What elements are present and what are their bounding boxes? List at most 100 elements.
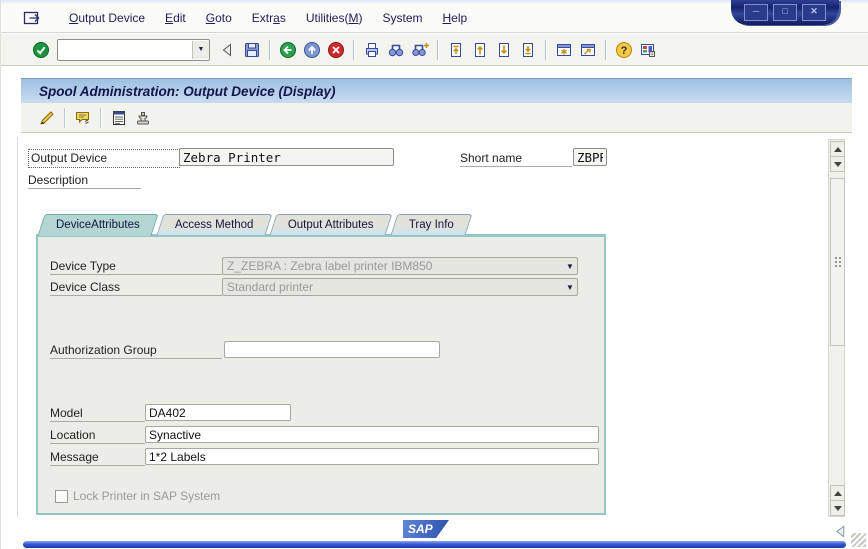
first-page-button[interactable] — [444, 38, 468, 62]
edit-pencil-icon — [38, 109, 56, 127]
chevron-down-icon: ▼ — [563, 283, 577, 292]
tab-device-attributes[interactable]: DeviceAttributes — [37, 214, 158, 236]
message-field[interactable] — [145, 448, 599, 465]
scrollbar-thumb[interactable] — [830, 178, 845, 346]
find-button[interactable] — [384, 38, 408, 62]
location-field[interactable] — [145, 426, 599, 443]
vertical-scrollbar[interactable] — [828, 139, 845, 517]
scroll-down-button[interactable] — [830, 156, 845, 172]
page-down-icon — [495, 41, 513, 59]
device-class-dropdown[interactable]: Standard printer ▼ — [222, 278, 578, 296]
tab-output-attributes[interactable]: Output Attributes — [270, 214, 392, 235]
model-field[interactable] — [145, 404, 291, 421]
stamp-icon — [134, 109, 152, 127]
value-list-button[interactable] — [107, 106, 131, 130]
toolbar-separator — [437, 40, 439, 60]
tab-tray-info[interactable]: Tray Info — [391, 214, 473, 235]
scroll-up-button-bottom[interactable] — [830, 485, 845, 501]
standard-toolbar: ▼ — [1, 34, 868, 66]
annotation-icon — [74, 109, 92, 127]
help-icon: ? — [615, 41, 633, 59]
message-label: Message — [50, 450, 145, 466]
authorization-group-field[interactable] — [224, 341, 440, 358]
last-page-button[interactable] — [516, 38, 540, 62]
collapse-button[interactable] — [216, 38, 240, 62]
find-next-icon — [411, 41, 429, 59]
status-bar-collapse-button[interactable] — [833, 524, 848, 539]
client-left-border — [17, 137, 18, 517]
arrow-down-icon — [834, 506, 842, 511]
stamp-button[interactable] — [131, 106, 155, 130]
device-attributes-panel: Device Type Z_ZEBRA : Zebra label printe… — [36, 234, 606, 515]
customize-layout-icon — [639, 41, 657, 59]
menu-item-goto[interactable]: Goto — [196, 8, 242, 28]
new-session-icon — [555, 41, 573, 59]
thumb-grip — [835, 257, 837, 259]
toolbar-separator — [64, 108, 66, 128]
close-button[interactable]: ✕ — [802, 4, 826, 21]
exit-icon — [303, 41, 321, 59]
toolbar-separator — [269, 40, 271, 60]
lock-printer-checkbox[interactable] — [55, 490, 68, 503]
command-input[interactable] — [58, 42, 192, 58]
command-field: ▼ — [57, 39, 210, 61]
output-device-label: Output Device — [28, 149, 180, 168]
customize-layout-button[interactable] — [636, 38, 660, 62]
short-name-field[interactable] — [573, 148, 607, 166]
find-next-button[interactable] — [408, 38, 432, 62]
maximize-button[interactable]: □ — [773, 4, 797, 21]
enter-icon — [32, 41, 50, 59]
edit-pencil-button[interactable] — [35, 106, 59, 130]
model-label: Model — [50, 406, 145, 422]
create-shortcut-button[interactable] — [576, 38, 600, 62]
print-icon — [363, 41, 381, 59]
toolbar-separator — [605, 40, 607, 60]
scroll-up-button[interactable] — [830, 141, 845, 157]
toolbar-separator — [100, 108, 102, 128]
help-button[interactable]: ? — [612, 38, 636, 62]
save-button[interactable] — [240, 38, 264, 62]
device-type-dropdown[interactable]: Z_ZEBRA : Zebra label printer IBM850 ▼ — [222, 257, 578, 275]
application-toolbar — [21, 103, 852, 133]
output-device-field[interactable] — [179, 148, 394, 166]
cancel-button[interactable] — [324, 38, 348, 62]
menu-item-help[interactable]: Help — [433, 8, 478, 28]
resize-grip[interactable] — [851, 533, 866, 547]
location-label: Location — [50, 428, 145, 444]
lock-printer-label: Lock Printer in SAP System — [73, 489, 220, 503]
save-icon — [243, 41, 261, 59]
page-down-button[interactable] — [492, 38, 516, 62]
toolbar-separator — [545, 40, 547, 60]
enter-button[interactable] — [29, 38, 53, 62]
exit-button[interactable] — [300, 38, 324, 62]
page-up-button[interactable] — [468, 38, 492, 62]
description-label: Description — [28, 173, 141, 189]
back-icon — [279, 41, 297, 59]
menu-item-extras[interactable]: Extras — [242, 8, 296, 28]
toolbar-separator — [353, 40, 355, 60]
menu-item-output-device[interactable]: Output Device — [59, 8, 155, 28]
system-menu-icon[interactable] — [23, 10, 45, 26]
short-name-label: Short name — [460, 151, 572, 167]
print-button[interactable] — [360, 38, 384, 62]
minimize-button[interactable]: ─ — [744, 4, 768, 21]
menu-item-edit[interactable]: Edit — [155, 8, 196, 28]
menu-item-utilities[interactable]: Utilities(M) — [296, 8, 373, 28]
last-page-icon — [519, 41, 537, 59]
tab-access-method[interactable]: Access Method — [156, 214, 271, 235]
authorization-group-label: Authorization Group — [50, 343, 222, 359]
scroll-down-button-bottom[interactable] — [830, 500, 845, 516]
cancel-icon — [327, 41, 345, 59]
window-bottom-border — [23, 541, 846, 548]
sap-gui-window: Output Device Edit Goto Extras Utilities… — [0, 0, 868, 549]
svg-text:?: ? — [621, 45, 628, 57]
back-button[interactable] — [276, 38, 300, 62]
menu-item-system[interactable]: System — [372, 8, 432, 28]
page-title: Spool Administration: Output Device (Dis… — [39, 84, 336, 99]
annotation-button[interactable] — [71, 106, 95, 130]
new-session-button[interactable] — [552, 38, 576, 62]
value-list-icon — [110, 109, 128, 127]
command-dropdown-icon[interactable]: ▼ — [192, 41, 209, 59]
arrow-up-icon — [834, 147, 842, 152]
title-bar: Spool Administration: Output Device (Dis… — [21, 78, 852, 104]
